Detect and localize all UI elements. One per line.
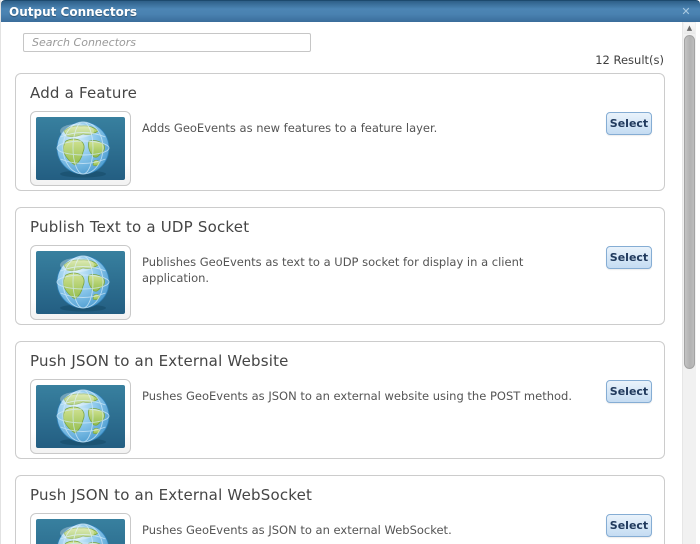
globe-icon — [36, 385, 125, 448]
connector-title: Add a Feature — [30, 84, 138, 102]
vertical-scrollbar[interactable]: ▲ — [682, 22, 696, 544]
connector-description: Pushes GeoEvents as JSON to an external … — [142, 523, 452, 537]
connector-card: Add a Feature Adds GeoEvents as new feat… — [15, 73, 665, 191]
scrollbar-thumb[interactable] — [684, 35, 695, 369]
connector-card: Push JSON to an External WebSocket Pushe… — [15, 475, 665, 544]
connector-description: Publishes GeoEvents as text to a UDP soc… — [142, 255, 524, 285]
connector-list: Add a Feature Adds GeoEvents as new feat… — [15, 73, 665, 544]
dialog-title: Output Connectors — [9, 4, 137, 19]
connector-card: Push JSON to an External Website Pushes … — [15, 341, 665, 459]
connector-title: Push JSON to an External Website — [30, 352, 289, 370]
connector-body: Pushes GeoEvents as JSON to an external … — [30, 379, 650, 454]
select-button[interactable]: Select — [606, 380, 652, 403]
connector-title: Push JSON to an External WebSocket — [30, 486, 313, 504]
select-button[interactable]: Select — [606, 514, 652, 537]
connector-thumbnail — [30, 111, 131, 186]
select-button[interactable]: Select — [606, 246, 652, 269]
search-input[interactable] — [23, 33, 311, 52]
connector-card: Publish Text to a UDP Socket Publishes G… — [15, 207, 665, 325]
connector-description: Adds GeoEvents as new features to a feat… — [142, 121, 438, 135]
scroll-up-icon[interactable]: ▲ — [684, 23, 695, 34]
globe-icon — [36, 117, 125, 180]
connector-thumbnail — [30, 379, 131, 454]
output-connectors-dialog: { "window": { "title": "Output Connector… — [0, 0, 700, 544]
globe-icon — [36, 519, 125, 544]
globe-icon — [36, 251, 125, 314]
connector-title: Publish Text to a UDP Socket — [30, 218, 250, 236]
connector-body: Pushes GeoEvents as JSON to an external … — [30, 513, 650, 544]
results-count: 12 Result(s) — [595, 53, 664, 67]
dialog-titlebar: Output Connectors ✕ — [1, 0, 700, 22]
connector-body: Publishes GeoEvents as text to a UDP soc… — [30, 245, 650, 320]
connector-body: Adds GeoEvents as new features to a feat… — [30, 111, 650, 186]
close-icon[interactable]: ✕ — [678, 4, 694, 20]
connector-thumbnail — [30, 513, 131, 544]
select-button[interactable]: Select — [606, 112, 652, 135]
connector-thumbnail — [30, 245, 131, 320]
connector-description: Pushes GeoEvents as JSON to an external … — [142, 389, 572, 403]
